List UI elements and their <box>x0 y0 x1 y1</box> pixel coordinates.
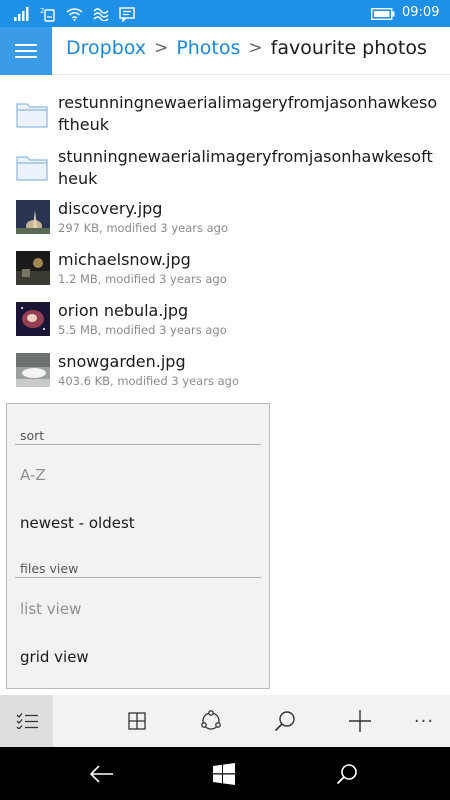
app-bar: ··· <box>0 695 450 747</box>
file-row[interactable]: snowgarden.jpg 403.6 KB, modified 3 year… <box>0 350 450 398</box>
select-button[interactable] <box>0 695 53 747</box>
folder-row[interactable]: stunningnewaerialimageryfromjasonhawkeso… <box>0 143 450 195</box>
image-thumbnail <box>16 353 50 387</box>
add-icon <box>349 710 371 732</box>
folder-name: restunningnewaerialimageryfromjasonhawke… <box>58 93 438 134</box>
more-icon: ··· <box>413 710 435 732</box>
image-thumbnail <box>16 200 50 234</box>
breadcrumb-separator: > <box>154 38 169 58</box>
system-nav-bar <box>0 747 450 800</box>
file-name: orion nebula.jpg <box>58 301 189 320</box>
files-view-section-header: files view <box>20 561 79 576</box>
image-thumbnail <box>16 302 50 336</box>
grid-icon <box>128 712 146 730</box>
svg-text:2: 2 <box>40 7 44 15</box>
file-meta: 1.2 MB, modified 3 years ago <box>58 272 227 286</box>
back-icon <box>90 764 113 783</box>
back-button[interactable] <box>72 747 132 800</box>
signal-icon <box>14 7 29 21</box>
add-button[interactable] <box>336 695 384 747</box>
divider <box>15 444 261 445</box>
file-row[interactable]: orion nebula.jpg 5.5 MB, modified 3 year… <box>0 299 450 347</box>
file-row[interactable]: michaelsnow.jpg 1.2 MB, modified 3 years… <box>0 248 450 296</box>
hamburger-button[interactable] <box>0 27 52 75</box>
message-icon <box>119 6 135 22</box>
status-clock: 09:09 <box>402 5 440 20</box>
file-meta: 5.5 MB, modified 3 years ago <box>58 323 227 337</box>
folder-row[interactable]: restunningnewaerialimageryfromjasonhawke… <box>0 90 450 142</box>
divider <box>15 577 261 578</box>
file-name: snowgarden.jpg <box>58 352 186 371</box>
breadcrumb-parent[interactable]: Photos <box>176 37 240 59</box>
folder-icon <box>16 156 48 181</box>
file-name: discovery.jpg <box>58 199 163 218</box>
breadcrumb-root[interactable]: Dropbox <box>66 37 146 59</box>
grid-view-option[interactable]: grid view <box>20 648 89 666</box>
status-bar: 2 09:09 <box>0 0 450 27</box>
cortana-search-button[interactable] <box>317 747 377 800</box>
header-bar: Dropbox > Photos > favourite photos <box>0 27 450 75</box>
file-name: michaelsnow.jpg <box>58 250 191 269</box>
battery-icon <box>371 8 395 20</box>
file-row[interactable]: discovery.jpg 297 KB, modified 3 years a… <box>0 197 450 245</box>
sort-view-menu: sort A-Z newest - oldest files view list… <box>6 403 270 689</box>
folder-icon <box>16 103 48 128</box>
wifi-icon <box>66 8 83 21</box>
search-icon <box>336 763 357 784</box>
folder-name: stunningnewaerialimageryfromjasonhawkeso… <box>58 147 433 188</box>
share-button[interactable] <box>187 695 235 747</box>
sort-section-header: sort <box>20 428 45 443</box>
file-meta: 297 KB, modified 3 years ago <box>58 221 229 235</box>
search-icon <box>274 711 295 732</box>
nfc-icon <box>93 8 109 21</box>
hamburger-icon <box>15 44 37 58</box>
breadcrumb-current: favourite photos <box>270 37 427 59</box>
search-button[interactable] <box>261 695 309 747</box>
windows-icon <box>213 762 235 785</box>
sort-az-option[interactable]: A-Z <box>20 466 46 484</box>
share-icon <box>201 710 221 730</box>
breadcrumb: Dropbox > Photos > favourite photos <box>66 37 427 59</box>
more-button[interactable]: ··· <box>400 695 448 747</box>
image-thumbnail <box>16 251 50 285</box>
select-list-icon <box>16 713 38 729</box>
sort-newest-option[interactable]: newest - oldest <box>20 514 135 532</box>
list-view-option[interactable]: list view <box>20 600 81 618</box>
start-button[interactable] <box>194 747 254 800</box>
sim-icon: 2 <box>40 7 55 22</box>
file-meta: 403.6 KB, modified 3 years ago <box>58 374 239 388</box>
breadcrumb-separator: > <box>248 38 263 58</box>
grid-view-button[interactable] <box>113 695 161 747</box>
